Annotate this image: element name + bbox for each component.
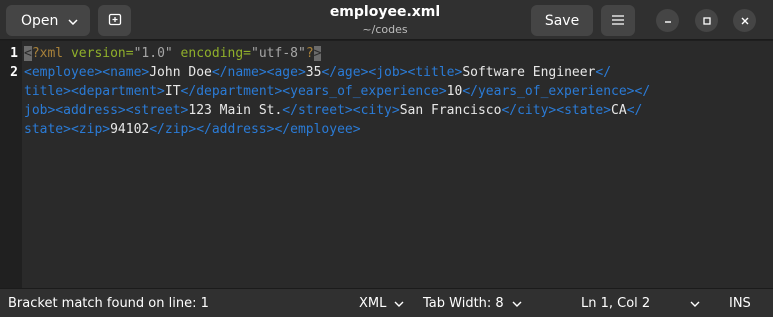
xml-tag: </department><years_of_experience> (180, 84, 447, 99)
xml-tag: job><address><street> (24, 103, 189, 118)
xml-tag: </years_of_experience></ (462, 84, 651, 99)
line-number-gutter: 1 2 (0, 41, 22, 288)
xml-text: 123 Main St. (188, 103, 283, 118)
maximize-button[interactable] (695, 9, 718, 32)
status-bar: Bracket match found on line: 1 XML Tab W… (0, 288, 773, 317)
save-button-label: Save (544, 12, 580, 29)
hamburger-menu-icon (612, 13, 624, 29)
chevron-down-icon (690, 296, 700, 311)
document-path: ~/codes (362, 23, 408, 36)
attribute-value: "utf-8" (251, 46, 306, 61)
attribute-name: version= (70, 46, 134, 61)
new-tab-icon (108, 12, 122, 30)
xml-tag: title><department> (24, 84, 165, 99)
code-line-1: <?xml version="1.0" encoding="utf-8"?> (24, 44, 769, 63)
close-button[interactable] (733, 9, 756, 32)
xml-text: 10 (446, 84, 463, 99)
xml-declaration-close: ?> (306, 46, 322, 61)
line-number: 2 (10, 65, 18, 80)
chevron-down-icon (68, 13, 78, 29)
code-area[interactable]: <?xml version="1.0" encoding="utf-8"?> <… (24, 44, 769, 139)
wrapped-row: <employee><name>John Doe</name><age>35</… (24, 63, 769, 82)
minimize-icon (663, 11, 673, 30)
xml-tag: </street><city> (282, 103, 400, 118)
window-title: employee.xml ~/codes (250, 3, 520, 37)
xml-text: 35 (305, 65, 322, 80)
open-button-label: Open (21, 12, 59, 29)
save-button[interactable]: Save (531, 5, 593, 36)
line-number: 1 (10, 46, 18, 61)
cursor-position-selector[interactable]: Ln 1, Col 2 (581, 296, 700, 311)
xml-tag: </ (595, 65, 612, 80)
xml-tag: </city><state> (501, 103, 612, 118)
xml-tag: </age><job><title> (321, 65, 463, 80)
menu-button[interactable] (601, 5, 635, 36)
xml-tag: <employee><name> (24, 65, 150, 80)
xml-tag: </zip></address></employee> (149, 122, 361, 137)
code-line-2: <employee><name>John Doe</name><age>35</… (24, 63, 769, 139)
xml-tag: </name><age> (211, 65, 306, 80)
language-selector[interactable]: XML (359, 296, 404, 311)
chevron-down-icon (394, 296, 404, 311)
bracket-match-highlight: > (313, 46, 322, 61)
wrapped-row: title><department>IT</department><years_… (24, 82, 769, 101)
xml-text: San Francisco (399, 103, 502, 118)
xml-text: IT (164, 84, 181, 99)
tab-width-label: Tab Width: 8 (423, 296, 504, 311)
minimize-button[interactable] (656, 9, 679, 32)
xml-text: CA (611, 103, 627, 118)
new-tab-button[interactable] (98, 5, 131, 36)
document-title: employee.xml (329, 4, 441, 20)
maximize-icon (702, 11, 712, 30)
decl-open-rest: ?xml (31, 46, 71, 61)
xml-text: 94102 (110, 122, 150, 137)
wrapped-row: job><address><street>123 Main St.</stree… (24, 101, 769, 120)
xml-text: John Doe (149, 65, 212, 80)
attribute-name: encoding= (172, 46, 252, 61)
header-bar: Open employee.xml ~/codes Save (0, 0, 773, 40)
xml-tag: state><zip> (24, 122, 111, 137)
open-button[interactable]: Open (6, 5, 90, 36)
decl-close-q: ? (305, 46, 314, 61)
wrapped-row: state><zip>94102</zip></address></employ… (24, 120, 769, 139)
xml-tag: </ (626, 103, 643, 118)
text-editor[interactable]: 1 2 <?xml version="1.0" encoding="utf-8"… (0, 41, 773, 288)
cursor-position-label: Ln 1, Col 2 (581, 296, 651, 311)
bracket-match-status: Bracket match found on line: 1 (8, 296, 209, 311)
xml-text: Software Engineer (462, 65, 596, 80)
close-icon (740, 11, 750, 30)
insert-mode-indicator[interactable]: INS (729, 296, 751, 311)
bracket-match-highlight: < (24, 46, 32, 61)
xml-declaration-open: <?xml (24, 46, 71, 61)
attribute-value: "1.0" (133, 46, 173, 61)
chevron-down-icon (512, 296, 522, 311)
language-label: XML (359, 296, 387, 311)
tab-width-selector[interactable]: Tab Width: 8 (423, 296, 522, 311)
